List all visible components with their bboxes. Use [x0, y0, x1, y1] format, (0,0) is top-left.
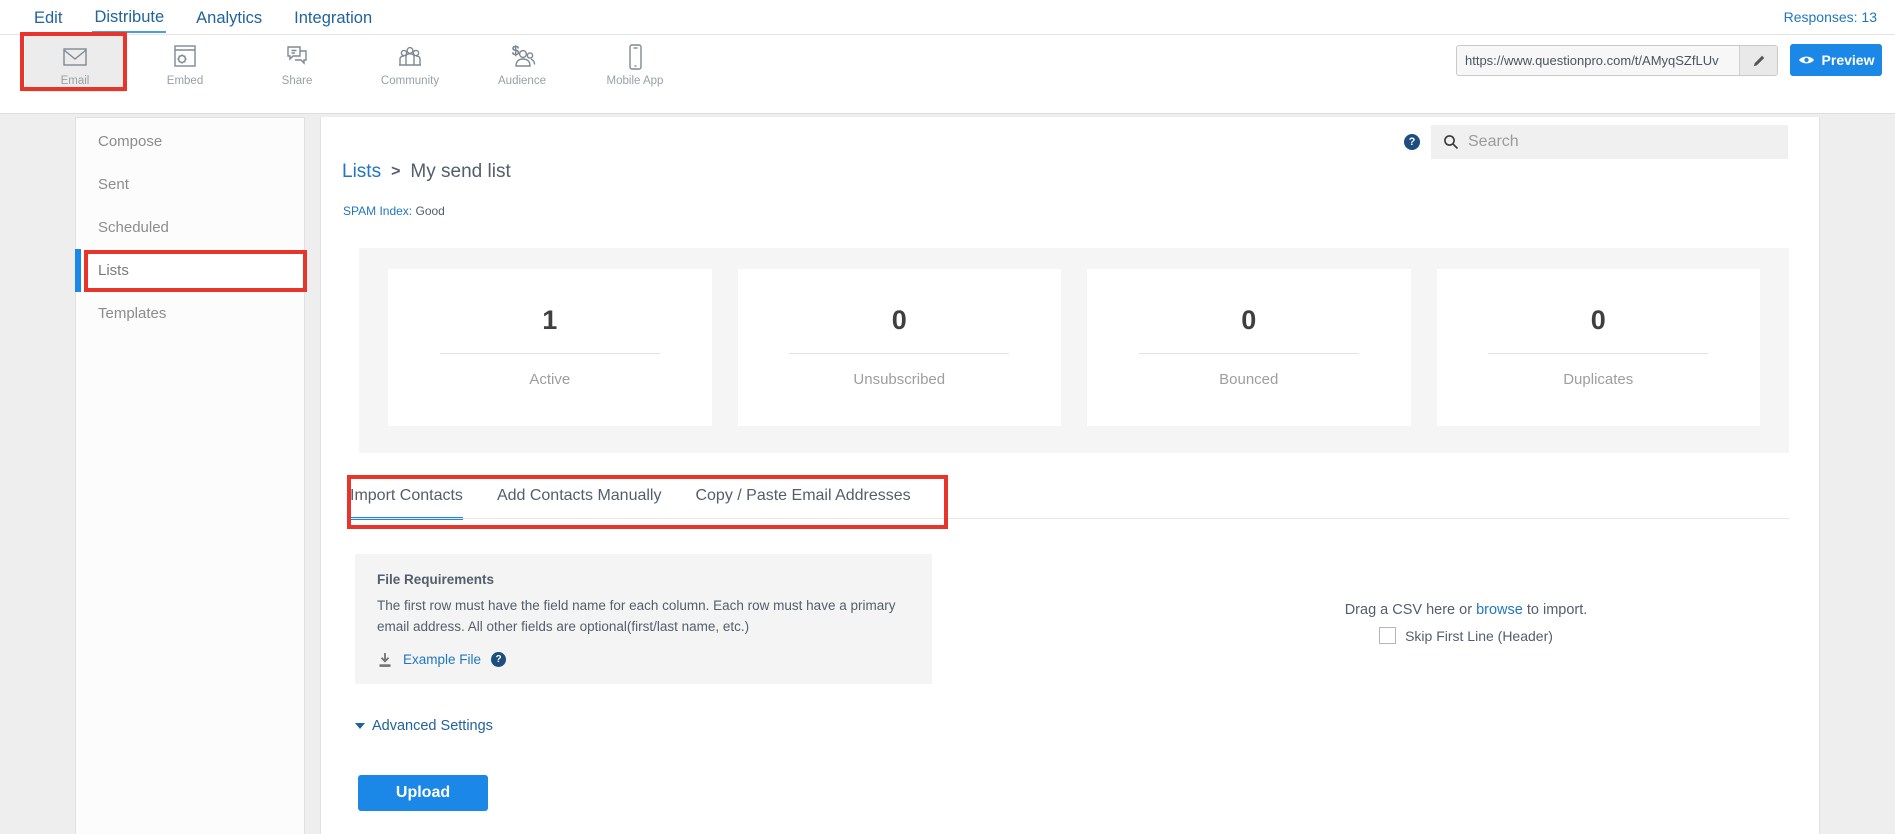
breadcrumb-current: My send list — [410, 161, 510, 183]
dropzone-text-before: Drag a CSV here or — [1345, 602, 1476, 618]
email-icon — [59, 42, 91, 72]
toolbar-mobile-app-label: Mobile App — [607, 75, 664, 87]
audience-icon: $ — [506, 42, 538, 72]
sidebar-item-lists[interactable]: Lists — [76, 249, 304, 292]
edit-url-button[interactable] — [1739, 46, 1777, 75]
sidebar-item-templates[interactable]: Templates — [76, 292, 304, 335]
embed-icon — [169, 42, 201, 72]
search-input[interactable] — [1468, 133, 1776, 151]
stat-card-duplicates: 0 Duplicates — [1437, 269, 1761, 426]
skip-first-line-checkbox[interactable] — [1379, 627, 1396, 644]
stat-divider — [1488, 353, 1708, 354]
toolbar-share-label: Share — [282, 75, 313, 87]
sidebar-item-sent[interactable]: Sent — [76, 163, 304, 206]
file-requirements-body: The first row must have the field name f… — [377, 596, 910, 638]
breadcrumb-lists-link[interactable]: Lists — [342, 161, 381, 183]
sidebar-sent-label: Sent — [98, 176, 129, 193]
toolbar-community-label: Community — [381, 75, 439, 87]
toolbar-embed-label: Embed — [167, 75, 203, 87]
file-requirements-title: File Requirements — [377, 572, 910, 587]
stat-divider — [789, 353, 1009, 354]
breadcrumb: Lists > My send list — [342, 161, 511, 183]
advanced-settings-label: Advanced Settings — [372, 718, 493, 734]
toolbar-email-label: Email — [61, 75, 90, 87]
survey-url-input[interactable] — [1457, 46, 1739, 75]
toolbar-community-button[interactable]: Community — [360, 36, 460, 92]
stat-duplicates-label: Duplicates — [1563, 371, 1633, 388]
share-icon — [281, 42, 313, 72]
email-sidebar: Compose Sent Scheduled Lists Templates — [75, 117, 305, 834]
tab-copy-paste-email-addresses[interactable]: Copy / Paste Email Addresses — [695, 487, 910, 520]
csv-dropzone[interactable]: Drag a CSV here or browse to import. Ski… — [1251, 602, 1681, 644]
top-nav: Edit Distribute Analytics Integration Re… — [0, 0, 1895, 35]
skip-first-line-label: Skip First Line (Header) — [1405, 628, 1553, 644]
sidebar-item-compose[interactable]: Compose — [76, 120, 304, 163]
stat-bounced-value: 0 — [1241, 305, 1256, 336]
stat-card-unsubscribed: 0 Unsubscribed — [738, 269, 1062, 426]
mobile-app-icon — [619, 42, 651, 72]
stat-bounced-label: Bounced — [1219, 371, 1278, 388]
stat-divider — [440, 353, 660, 354]
nav-analytics[interactable]: Analytics — [194, 3, 264, 32]
spam-index-value: Good — [415, 204, 444, 218]
stat-card-active: 1 Active — [388, 269, 712, 426]
stat-divider — [1139, 353, 1359, 354]
stat-card-bounced: 0 Bounced — [1087, 269, 1411, 426]
toolbar-share-button[interactable]: Share — [247, 36, 347, 92]
tabs-divider-line — [350, 518, 1789, 519]
toolbar-audience-button[interactable]: $ Audience — [472, 36, 572, 92]
toolbar-audience-label: Audience — [498, 75, 546, 87]
distribute-toolbar: Email Embed Share Community $ — [0, 35, 1895, 114]
preview-button[interactable]: Preview — [1790, 44, 1882, 76]
sidebar-item-scheduled[interactable]: Scheduled — [76, 206, 304, 249]
community-icon — [394, 42, 426, 72]
tab-add-contacts-manually[interactable]: Add Contacts Manually — [497, 487, 662, 520]
toolbar-embed-button[interactable]: Embed — [135, 36, 235, 92]
example-file-row: Example File ? — [377, 652, 910, 668]
sidebar-lists-label: Lists — [98, 262, 129, 279]
browse-link[interactable]: browse — [1476, 602, 1523, 618]
toolbar-mobile-app-button[interactable]: Mobile App — [585, 36, 685, 92]
dropzone-text: Drag a CSV here or browse to import. — [1251, 602, 1681, 618]
active-item-bar — [75, 249, 81, 292]
list-detail-panel: ? Lists > My send list SPAM Index: Good … — [320, 117, 1820, 834]
nav-edit[interactable]: Edit — [32, 3, 64, 32]
search-icon — [1443, 134, 1459, 150]
upload-button[interactable]: Upload — [358, 775, 488, 811]
survey-url-field — [1456, 45, 1778, 76]
advanced-settings-toggle[interactable]: Advanced Settings — [355, 718, 493, 734]
responses-count[interactable]: Responses: 13 — [1784, 9, 1877, 25]
stat-unsubscribed-label: Unsubscribed — [853, 371, 945, 388]
pencil-icon — [1752, 54, 1766, 68]
help-icon[interactable]: ? — [1404, 134, 1420, 150]
dropzone-text-after: to import. — [1523, 602, 1587, 618]
svg-text:$: $ — [512, 43, 520, 58]
stat-active-label: Active — [529, 371, 570, 388]
file-requirements-box: File Requirements The first row must hav… — [355, 554, 932, 684]
example-file-help-icon[interactable]: ? — [491, 652, 506, 667]
sidebar-templates-label: Templates — [98, 305, 166, 322]
example-file-link[interactable]: Example File — [403, 652, 481, 667]
eye-icon — [1798, 54, 1815, 66]
sidebar-compose-label: Compose — [98, 133, 162, 150]
contacts-tabs: Import Contacts Add Contacts Manually Co… — [350, 487, 911, 520]
preview-label: Preview — [1822, 52, 1875, 68]
stat-active-value: 1 — [542, 305, 557, 336]
stat-unsubscribed-value: 0 — [892, 305, 907, 336]
skip-first-line-row: Skip First Line (Header) — [1251, 627, 1681, 644]
sidebar-scheduled-label: Scheduled — [98, 219, 169, 236]
stat-duplicates-value: 0 — [1591, 305, 1606, 336]
download-icon — [377, 652, 393, 668]
tab-import-contacts[interactable]: Import Contacts — [350, 487, 463, 520]
spam-index-label[interactable]: SPAM Index: — [343, 204, 412, 218]
chevron-down-icon — [355, 723, 365, 729]
stats-band: 1 Active 0 Unsubscribed 0 Bounced 0 Dupl… — [359, 248, 1789, 453]
nav-distribute[interactable]: Distribute — [92, 2, 166, 33]
spam-index-line: SPAM Index: Good — [343, 204, 445, 218]
breadcrumb-separator: > — [391, 163, 400, 181]
toolbar-email-button[interactable]: Email — [25, 36, 125, 92]
search-box — [1431, 125, 1788, 159]
nav-integration[interactable]: Integration — [292, 3, 374, 32]
